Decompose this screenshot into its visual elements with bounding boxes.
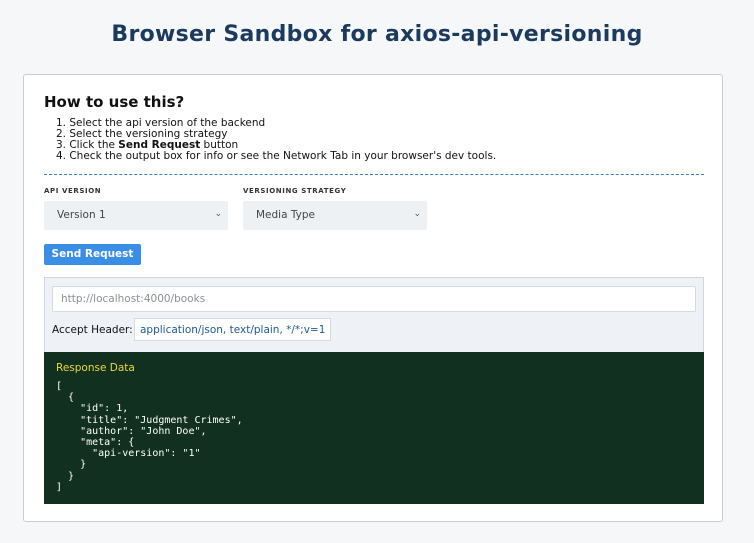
chevron-down-icon: ⌄ (214, 209, 222, 219)
page-title: Browser Sandbox for axios-api-versioning (111, 22, 643, 47)
api-version-select[interactable]: Version 1 ⌄ (44, 201, 228, 230)
versioning-strategy-label: VERSIONING STRATEGY (243, 187, 347, 195)
section-divider (44, 174, 704, 175)
response-body: [ { "id": 1, "title": "Judgment Crimes",… (56, 381, 243, 493)
response-panel: Response Data [ { "id": 1, "title": "Jud… (44, 352, 704, 504)
api-version-value: Version 1 (57, 209, 106, 221)
sandbox-card: How to use this? 1. Select the api versi… (23, 74, 723, 522)
versioning-strategy-value: Media Type (256, 209, 315, 221)
versioning-strategy-select[interactable]: Media Type ⌄ (243, 201, 427, 230)
howto-heading: How to use this? (44, 93, 185, 111)
instructions-list: 1. Select the api version of the backend… (56, 118, 496, 162)
accept-header-value: application/json, text/plain, */*;v=1 (134, 318, 332, 341)
chevron-down-icon: ⌄ (413, 209, 421, 219)
request-panel: http://localhost:4000/books Accept Heade… (44, 277, 704, 352)
accept-header-label: Accept Header: (52, 324, 133, 336)
response-title: Response Data (56, 362, 135, 374)
send-request-button[interactable]: Send Request (44, 244, 141, 265)
instruction-step-4: 4. Check the output box for info or see … (56, 150, 497, 162)
url-input[interactable]: http://localhost:4000/books (52, 286, 696, 312)
api-version-label: API VERSION (44, 187, 102, 195)
